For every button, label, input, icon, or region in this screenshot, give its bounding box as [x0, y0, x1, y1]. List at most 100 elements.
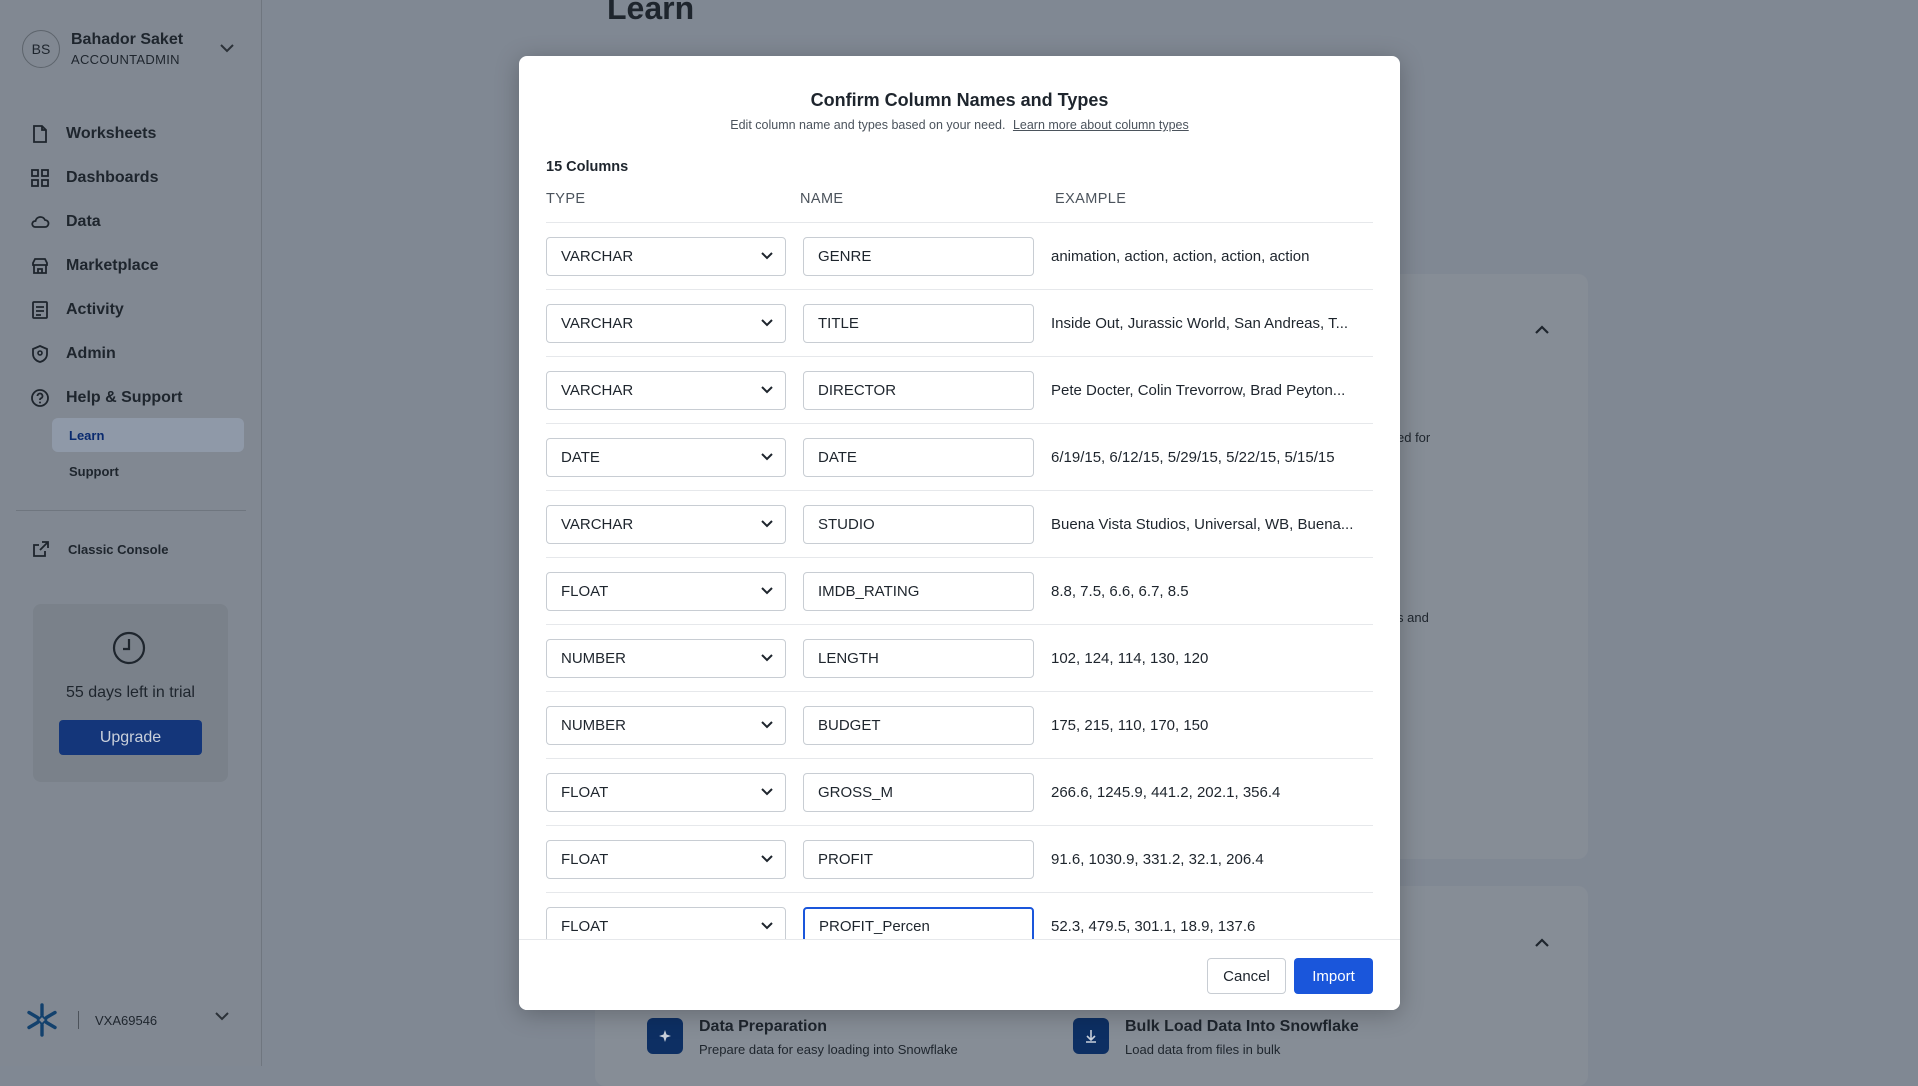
nav-item-help[interactable]: Help & Support	[30, 376, 182, 420]
learn-item-bulk-load[interactable]: Bulk Load Data Into Snowflake Load data …	[1073, 1018, 1359, 1057]
nav-item-data[interactable]: Data	[30, 200, 182, 244]
column-example: animation, action, action, action, actio…	[1051, 248, 1310, 265]
column-name-input[interactable]	[803, 505, 1034, 544]
chevron-up-icon[interactable]	[1535, 938, 1549, 947]
cancel-button[interactable]: Cancel	[1207, 958, 1286, 994]
column-row: FLOAT 266.6, 1245.9, 441.2, 202.1, 356.4	[546, 759, 1373, 826]
type-select[interactable]: VARCHAR	[546, 371, 786, 410]
column-example: 6/19/15, 6/12/15, 5/29/15, 5/22/15, 5/15…	[1051, 449, 1335, 466]
column-row: NUMBER 175, 215, 110, 170, 150	[546, 692, 1373, 759]
column-row: VARCHAR animation, action, action, actio…	[546, 223, 1373, 290]
shield-icon	[32, 345, 48, 363]
nav-item-marketplace[interactable]: Marketplace	[30, 244, 182, 288]
nav-item-admin[interactable]: Admin	[30, 332, 182, 376]
column-example: 8.8, 7.5, 6.6, 6.7, 8.5	[1051, 583, 1189, 600]
upgrade-button[interactable]: Upgrade	[59, 720, 202, 755]
column-name-input[interactable]	[803, 572, 1034, 611]
user-menu[interactable]: BS Bahador Saket ACCOUNTADMIN	[22, 30, 183, 68]
nav-label: Data	[66, 213, 101, 230]
type-select[interactable]: VARCHAR	[546, 505, 786, 544]
column-row: NUMBER 102, 124, 114, 130, 120	[546, 625, 1373, 692]
chevron-down-icon	[761, 252, 773, 260]
nav-label: Help & Support	[66, 389, 183, 406]
type-value: VARCHAR	[561, 382, 634, 399]
subnav-item-learn[interactable]: Learn	[52, 418, 244, 452]
type-value: FLOAT	[561, 784, 609, 801]
type-select[interactable]: NUMBER	[546, 639, 786, 678]
column-name-input[interactable]	[803, 706, 1034, 745]
nav-label: Dashboards	[66, 169, 159, 186]
chevron-down-icon	[761, 453, 773, 461]
type-value: FLOAT	[561, 918, 609, 935]
column-list[interactable]: VARCHAR animation, action, action, actio…	[546, 222, 1373, 940]
type-select[interactable]: NUMBER	[546, 706, 786, 745]
nav-item-dashboards[interactable]: Dashboards	[30, 156, 182, 200]
document-icon	[33, 125, 47, 143]
classic-console-link[interactable]: Classic Console	[32, 540, 168, 558]
column-name-input[interactable]	[803, 840, 1034, 879]
chevron-down-icon	[761, 654, 773, 662]
account-id: VXA69546	[95, 1012, 158, 1028]
column-name-input[interactable]	[803, 304, 1034, 343]
store-icon	[32, 258, 48, 274]
column-name-input[interactable]	[803, 371, 1034, 410]
main-nav: Worksheets Dashboards Data Marketplace A…	[30, 112, 182, 420]
type-select[interactable]: FLOAT	[546, 773, 786, 812]
learn-item-data-preparation[interactable]: Data Preparation Prepare data for easy l…	[647, 1018, 958, 1057]
type-select[interactable]: FLOAT	[546, 572, 786, 611]
type-value: VARCHAR	[561, 315, 634, 332]
chevron-down-icon	[761, 788, 773, 796]
column-example: Inside Out, Jurassic World, San Andreas,…	[1051, 315, 1349, 332]
chevron-up-icon[interactable]	[1535, 325, 1549, 334]
column-name-input[interactable]	[803, 237, 1034, 276]
nav-item-activity[interactable]: Activity	[30, 288, 182, 332]
column-example: Buena Vista Studios, Universal, WB, Buen…	[1051, 516, 1354, 533]
user-name: Bahador Saket	[71, 31, 184, 48]
learn-item-desc: Prepare data for easy loading into Snowf…	[699, 1042, 958, 1057]
nav-item-worksheets[interactable]: Worksheets	[30, 112, 182, 156]
account-switcher[interactable]: VXA69546	[24, 1002, 157, 1038]
learn-item-title: Data Preparation	[699, 1018, 828, 1035]
column-example: 102, 124, 114, 130, 120	[1051, 650, 1209, 667]
help-icon	[31, 389, 49, 407]
column-name-input[interactable]	[803, 438, 1034, 477]
type-select[interactable]: VARCHAR	[546, 304, 786, 343]
header-type: TYPE	[546, 191, 586, 207]
card-text-fragment: s and	[1397, 610, 1429, 625]
learn-item-title: Bulk Load Data Into Snowflake	[1125, 1018, 1359, 1035]
type-value: NUMBER	[561, 717, 627, 734]
column-row: VARCHAR Pete Docter, Colin Trevorrow, Br…	[546, 357, 1373, 424]
import-button[interactable]: Import	[1294, 958, 1373, 994]
column-example: 52.3, 479.5, 301.1, 18.9, 137.6	[1051, 918, 1256, 935]
chevron-down-icon[interactable]	[215, 1012, 229, 1021]
column-name-input[interactable]	[803, 639, 1034, 678]
type-select[interactable]: VARCHAR	[546, 237, 786, 276]
column-count: 15 Columns	[546, 159, 629, 175]
type-value: FLOAT	[561, 583, 609, 600]
cloud-icon	[31, 216, 50, 228]
column-example: 175, 215, 110, 170, 150	[1051, 717, 1209, 734]
download-icon	[1073, 1018, 1109, 1054]
user-role: ACCOUNTADMIN	[71, 52, 180, 67]
avatar: BS	[22, 30, 60, 68]
external-link-icon	[33, 541, 49, 557]
chevron-down-icon[interactable]	[220, 44, 234, 53]
help-subnav: Learn Support	[52, 418, 244, 490]
type-select[interactable]: FLOAT	[546, 840, 786, 879]
dialog-subtitle-text: Edit column name and types based on your…	[730, 118, 1006, 132]
type-select[interactable]: DATE	[546, 438, 786, 477]
type-value: FLOAT	[561, 851, 609, 868]
column-name-input[interactable]	[803, 773, 1034, 812]
type-value: VARCHAR	[561, 516, 634, 533]
column-row: FLOAT 91.6, 1030.9, 331.2, 32.1, 206.4	[546, 826, 1373, 893]
subnav-item-support[interactable]: Support	[52, 454, 244, 488]
card-text-fragment: ed for	[1397, 430, 1431, 445]
column-row: VARCHAR Buena Vista Studios, Universal, …	[546, 491, 1373, 558]
type-select[interactable]: FLOAT	[546, 907, 786, 940]
learn-more-link[interactable]: Learn more about column types	[1013, 118, 1189, 132]
column-row: DATE 6/19/15, 6/12/15, 5/29/15, 5/22/15,…	[546, 424, 1373, 491]
column-name-input[interactable]	[803, 907, 1034, 940]
type-value: DATE	[561, 449, 600, 466]
snowflake-logo-icon	[27, 1003, 57, 1037]
column-row: VARCHAR Inside Out, Jurassic World, San …	[546, 290, 1373, 357]
